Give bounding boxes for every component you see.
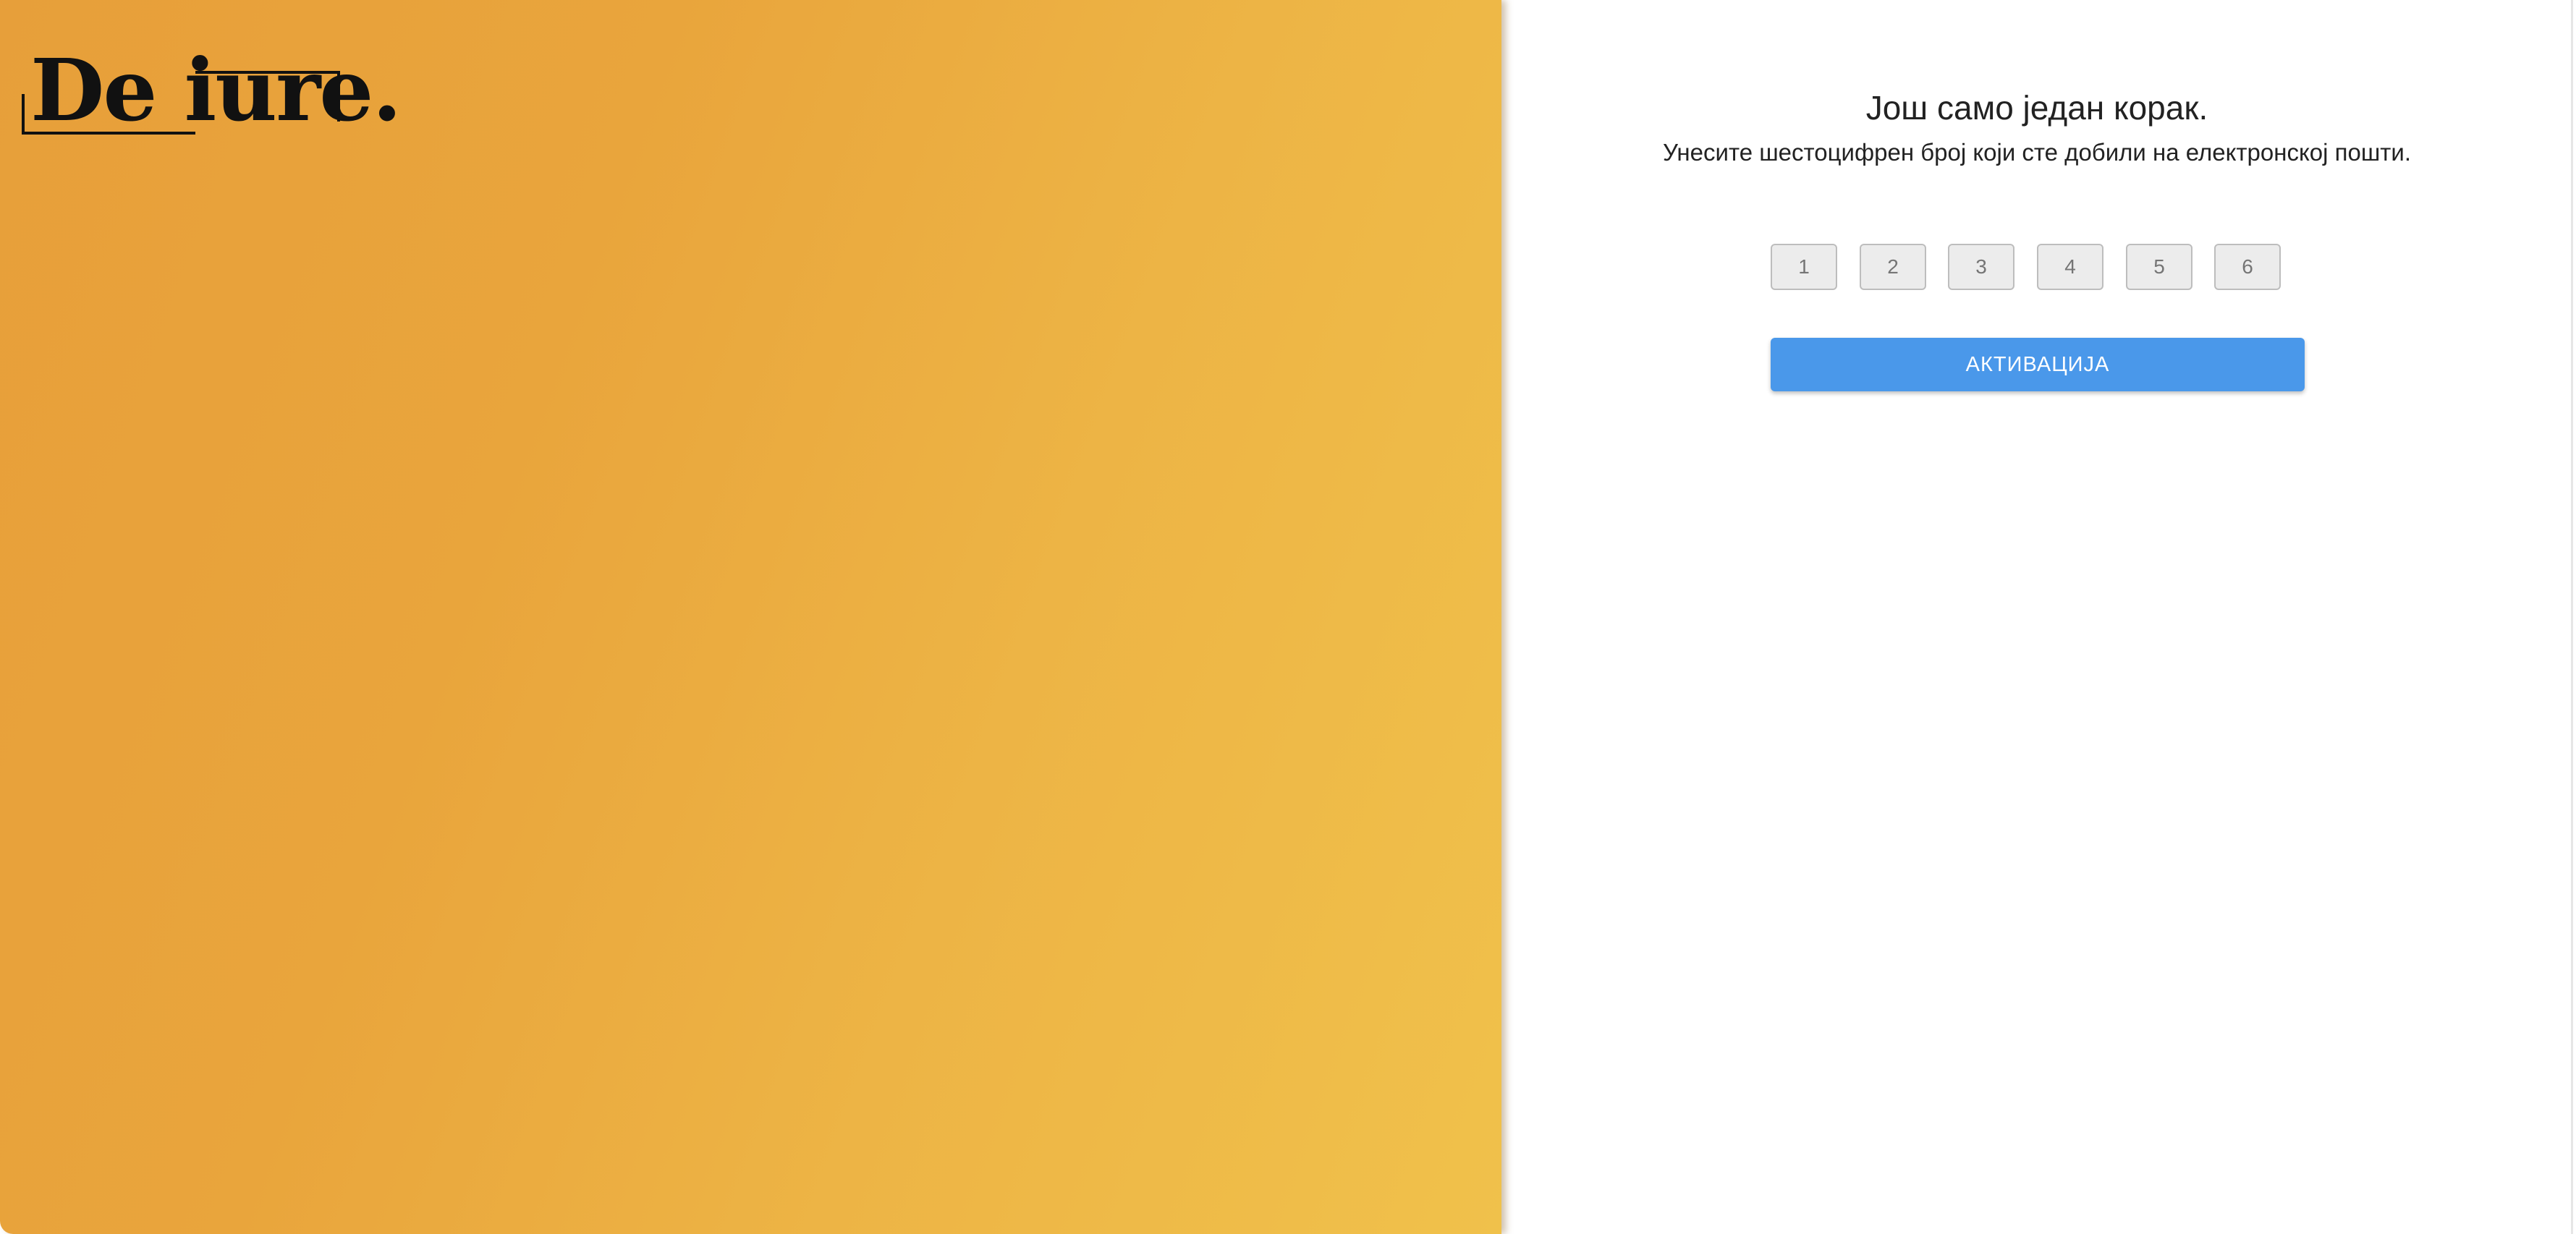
code-digit-5[interactable] — [2126, 244, 2192, 290]
logo-text: De iure. — [30, 40, 402, 140]
code-digit-1[interactable] — [1771, 244, 1837, 290]
code-input-group — [1771, 244, 2306, 293]
instruction-text: Унесите шестоцифрен број који сте добили… — [1662, 139, 2412, 166]
brand-panel: De iure. — [0, 0, 1501, 1234]
window-edge-divider — [2571, 0, 2573, 1234]
code-digit-2[interactable] — [1860, 244, 1926, 290]
code-digit-4[interactable] — [2037, 244, 2103, 290]
verification-panel: Још само један корак. Унесите шестоцифре… — [1501, 0, 2576, 1234]
logo: De iure. — [22, 48, 402, 141]
code-digit-6[interactable] — [2214, 244, 2281, 290]
logo-frame-left — [22, 94, 25, 135]
activation-page: De iure. Још само један корак. Унесите ш… — [0, 0, 2576, 1234]
page-title: Још само један корак. — [1865, 89, 2208, 127]
code-digit-3[interactable] — [1948, 244, 2014, 290]
activate-button[interactable]: АКТИВАЦИЈА — [1771, 338, 2305, 391]
